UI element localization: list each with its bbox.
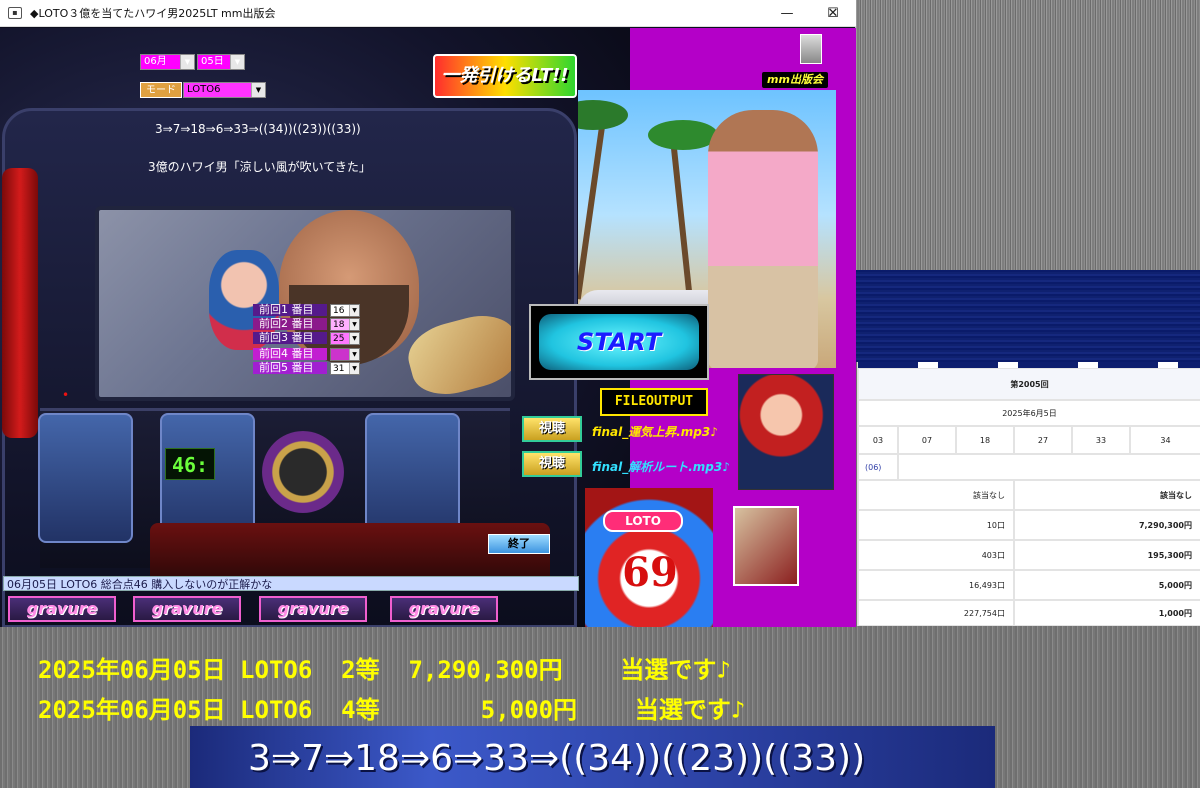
cabinet-red-light (2, 168, 38, 438)
character-message: 3億のハワイ男「涼しい風が吹いてきた」 (148, 160, 371, 174)
start-button[interactable]: START (529, 304, 709, 380)
app-client-area: 46: • 06月 ▼ 05日 ▼ モード LOTO6 ▼ 3⇒7⇒18⇒6⇒3… (0, 28, 856, 627)
previous-3-select[interactable]: 25 ▼ (330, 332, 360, 345)
day-select[interactable]: 05日 ▼ (197, 54, 245, 70)
title-bar: ▪ ◆LOTO３億を当てたハワイ男2025LT mm出版会 — ☐ ✕ (0, 0, 856, 27)
prize-amount-3: 195,300円 (1014, 540, 1200, 570)
reel-digital-display: 46: (165, 448, 215, 480)
title-logo: 一発引けるLT!! (433, 54, 577, 98)
gravure-button-4[interactable]: gravure (390, 596, 498, 622)
background-blue-band (855, 270, 1200, 362)
lottery-results-table: 第2005回 2025年6月5日 03 07 18 27 33 34 (06) … (857, 362, 1200, 626)
statue-thumbnail (800, 34, 822, 64)
previous-5-label: 前回5 番目 (253, 362, 327, 374)
mode-label: モード (140, 82, 182, 98)
loto-number: 69 (622, 549, 678, 596)
chevron-down-icon[interactable]: ▼ (349, 333, 359, 344)
palm-leaves (648, 120, 718, 150)
previous-1-value: 16 (333, 306, 345, 316)
start-button-label: START (539, 314, 699, 370)
bonus-spacer (898, 454, 1200, 480)
winning-number-1: 03 (858, 426, 898, 454)
screenshot-stage: ▪ ◆LOTO３億を当てたハワイ男2025LT mm出版会 — ☐ ✕ 46: … (0, 0, 1200, 788)
red-marker-icon: • (62, 388, 70, 402)
palm-trunk (578, 110, 608, 300)
prize-amount-1: 該当なし (1014, 480, 1200, 510)
minimize-button[interactable]: — (764, 0, 810, 27)
chevron-down-icon[interactable]: ▼ (349, 349, 359, 360)
gravure-button-1[interactable]: gravure (8, 596, 116, 622)
file-output-button[interactable]: FILEOUTPUT (600, 388, 708, 416)
previous-2-value: 18 (333, 320, 345, 330)
play-button-2[interactable]: 視聴 (522, 451, 582, 477)
winning-number-6: 34 (1130, 426, 1200, 454)
background-noise (855, 0, 1200, 270)
winning-number-5: 33 (1072, 426, 1130, 454)
bonus-number: (06) (858, 454, 898, 480)
mode-select[interactable]: LOTO6 ▼ (183, 82, 266, 98)
palm-leaves (578, 100, 628, 130)
palm-trunk (669, 130, 693, 300)
previous-4-select[interactable]: ▼ (330, 348, 360, 361)
sequence-band-text: 3⇒7⇒18⇒6⇒33⇒((34))((23))((33)) (248, 738, 866, 779)
chevron-down-icon[interactable]: ▼ (251, 83, 265, 97)
winners-count-5: 227,754口 (858, 600, 1014, 626)
gravure-button-3[interactable]: gravure (259, 596, 367, 622)
winners-count-3: 403口 (858, 540, 1014, 570)
reel-left (38, 413, 133, 543)
previous-1-select[interactable]: 16 ▼ (330, 304, 360, 317)
guitar (401, 306, 511, 397)
mp3-track-1: final_運気上昇.mp3♪ (592, 425, 718, 439)
man-in-pink-suit (708, 110, 818, 368)
previous-1-label: 前回1 番目 (253, 304, 327, 316)
prize-amount-2: 7,290,300円 (1014, 510, 1200, 540)
chevron-down-icon[interactable]: ▼ (349, 305, 359, 316)
winners-count-1: 該当なし (858, 480, 1014, 510)
previous-5-select[interactable]: 31 ▼ (330, 362, 360, 375)
winners-count-2: 10口 (858, 510, 1014, 540)
app-icon[interactable]: ▪ (8, 7, 22, 19)
play-button-1[interactable]: 視聴 (522, 416, 582, 442)
close-button[interactable]: ✕ (810, 0, 856, 27)
prize-amount-4: 5,000円 (1014, 570, 1200, 600)
gravure-button-2[interactable]: gravure (133, 596, 241, 622)
previous-3-label: 前回3 番目 (253, 332, 327, 344)
winning-line-2: 2025年06月05日 LOTO6 4等 5,000円 当選です♪ (38, 696, 746, 724)
mp3-track-2: final_解析ルート.mp3♪ (592, 460, 730, 474)
winning-line-1: 2025年06月05日 LOTO6 2等 7,290,300円 当選です♪ (38, 656, 731, 684)
winning-number-2: 07 (898, 426, 956, 454)
winners-count-4: 16,493口 (858, 570, 1014, 600)
status-bar: 06月05日 LOTO6 総合点46 購入しないのが正解かな (3, 576, 579, 591)
previous-2-select[interactable]: 18 ▼ (330, 318, 360, 331)
month-select[interactable]: 06月 ▼ (140, 54, 195, 70)
exit-button[interactable]: 終了 (488, 534, 550, 554)
results-round: 第2005回 (858, 368, 1200, 400)
month-select-value: 06月 (144, 56, 167, 67)
chevron-down-icon[interactable]: ▼ (180, 55, 194, 69)
prediction-sequence: 3⇒7⇒18⇒6⇒33⇒((34))((23))((33)) (155, 122, 361, 136)
winning-number-4: 27 (1014, 426, 1072, 454)
prize-amount-5: 1,000円 (1014, 600, 1200, 626)
app-window: ▪ ◆LOTO３億を当てたハワイ男2025LT mm出版会 — ☐ ✕ 46: … (0, 0, 856, 627)
loto-tag: LOTO (603, 510, 683, 532)
results-date: 2025年6月5日 (858, 400, 1200, 426)
winning-number-3: 18 (956, 426, 1014, 454)
window-title: ◆LOTO３億を当てたハワイ男2025LT mm出版会 (30, 7, 276, 20)
chevron-down-icon[interactable]: ▼ (230, 55, 244, 69)
previous-4-label: 前回4 番目 (253, 348, 327, 360)
previous-3-value: 25 (333, 334, 345, 344)
mode-select-value: LOTO6 (187, 84, 221, 95)
medal-emblem (262, 431, 344, 513)
day-select-value: 05日 (201, 56, 224, 67)
previous-2-label: 前回2 番目 (253, 318, 327, 330)
publisher-logo: mm出版会 (762, 72, 828, 88)
sequence-band: 3⇒7⇒18⇒6⇒33⇒((34))((23))((33)) (190, 726, 995, 788)
card-thumbnail (733, 506, 799, 586)
chevron-down-icon[interactable]: ▼ (349, 363, 359, 374)
previous-5-value: 31 (333, 364, 345, 374)
chevron-down-icon[interactable]: ▼ (349, 319, 359, 330)
anime-girl-image (738, 374, 834, 490)
